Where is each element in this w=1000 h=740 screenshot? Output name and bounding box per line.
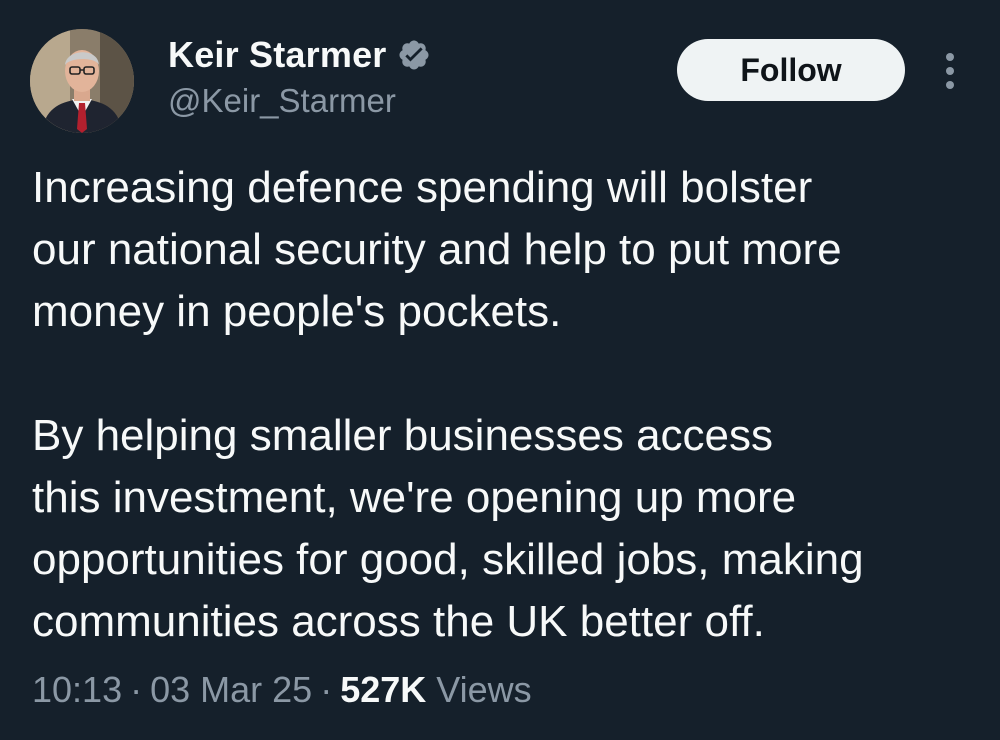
views-label: Views [436,669,532,710]
views-count: 527K [340,669,427,710]
tweet-date[interactable]: 03 Mar 25 [150,669,312,710]
tweet-time[interactable]: 10:13 [32,669,122,710]
profile-photo-icon [30,29,134,133]
author-display-name[interactable]: Keir Starmer [168,34,387,76]
meta-separator: · [130,669,143,710]
author-name-row: Keir Starmer [168,33,431,77]
tweet-text: Increasing defence spending will bolster… [32,157,982,653]
author-handle[interactable]: @Keir_Starmer [168,82,396,120]
tweet-card: Keir Starmer @Keir_Starmer Follow Increa… [0,0,1000,740]
tweet-metadata: 10:13 · 03 Mar 25 · 527K Views [32,665,532,715]
meta-separator: · [320,669,333,710]
more-options-button[interactable] [930,48,970,94]
tweet-paragraph: Increasing defence spending will bolster… [32,163,842,336]
avatar[interactable] [30,29,134,133]
tweet-paragraph: By helping smaller businesses access thi… [32,411,864,646]
more-vertical-icon [946,53,954,89]
verified-badge-icon[interactable] [397,38,431,72]
follow-button[interactable]: Follow [677,39,905,101]
